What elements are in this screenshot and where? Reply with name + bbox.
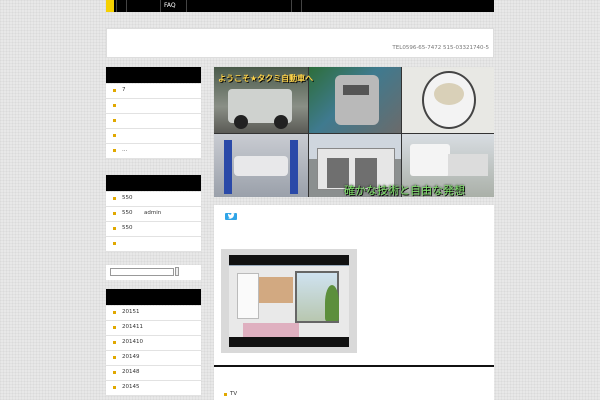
- archive-item[interactable]: 20149: [106, 351, 201, 366]
- sidebar-search: [106, 265, 201, 280]
- sidebar-recent-item[interactable]: [106, 237, 201, 252]
- bullet-icon: [113, 227, 116, 230]
- bullet-icon: [113, 341, 116, 344]
- post-photo: [229, 255, 349, 347]
- banner-tagline: 確かな技術と自由な発想: [344, 184, 465, 197]
- nav-separator: [186, 0, 187, 12]
- nav-separator: [116, 0, 117, 12]
- top-nav-bar: FAQ: [106, 0, 494, 12]
- post-photo-frame[interactable]: [221, 249, 357, 353]
- nav-item-faq[interactable]: FAQ: [164, 2, 176, 9]
- archive-item[interactable]: 20151: [106, 306, 201, 321]
- archive-item[interactable]: 20145: [106, 381, 201, 396]
- sidebar-menu-item[interactable]: 7: [106, 84, 201, 99]
- archive-label: 20151: [122, 309, 140, 315]
- sidebar-item-label: 7: [122, 87, 126, 93]
- banner-photo-engine: [309, 67, 401, 133]
- sidebar-item-author: admin: [144, 210, 162, 216]
- archive-label: 20148: [122, 369, 140, 375]
- sidebar-item-label: 550: [122, 225, 133, 231]
- archive-label: 201410: [122, 339, 143, 345]
- sidebar-item-label: 550: [122, 195, 133, 201]
- sidebar-menu-item[interactable]: [106, 99, 201, 114]
- sidebar-menu-item[interactable]: [106, 129, 201, 144]
- sidebar-heading-archives: [106, 289, 201, 305]
- banner-photo-daruma: [402, 67, 494, 133]
- secondary-content: TV: [214, 367, 494, 400]
- nav-separator: [301, 0, 302, 12]
- bullet-icon: [113, 242, 116, 245]
- sidebar-recent-list: 550 550 admin 550: [106, 192, 201, 252]
- sidebar-heading-menu: [106, 67, 201, 83]
- bullet-icon: [113, 311, 116, 314]
- archive-item[interactable]: 201411: [106, 321, 201, 336]
- twitter-bird-icon: [227, 212, 235, 219]
- archive-label: 20145: [122, 384, 140, 390]
- sidebar-heading-recent: [106, 175, 201, 191]
- sidebar-menu-item[interactable]: ...: [106, 144, 201, 159]
- bullet-icon: [224, 393, 227, 396]
- bullet-icon: [113, 326, 116, 329]
- twitter-icon[interactable]: [225, 212, 237, 220]
- header-banner: ようこそ★タクミ自動車へ 確かな技術と自由な発想: [214, 67, 494, 197]
- main-content: [214, 205, 494, 365]
- nav-separator: [291, 0, 292, 12]
- bullet-icon: [113, 197, 116, 200]
- sidebar-menu-list: 7 ...: [106, 84, 201, 159]
- nav-separator: [126, 0, 127, 12]
- banner-welcome-text: ようこそ★タクミ自動車へ: [218, 74, 314, 83]
- sidebar-menu-item[interactable]: [106, 114, 201, 129]
- header-tel: TEL0596-65-7472 515-03321740-5: [392, 45, 489, 51]
- sidebar-recent-item[interactable]: 550: [106, 192, 201, 207]
- sidebar-recent-item[interactable]: 550: [106, 222, 201, 237]
- archive-label: 20149: [122, 354, 140, 360]
- site-header: TEL0596-65-7472 515-03321740-5: [106, 28, 494, 58]
- sidebar-archive-list: 20151 201411 201410 20149 20148 20145: [106, 306, 201, 396]
- sidebar-recent-item[interactable]: 550 admin: [106, 207, 201, 222]
- nav-separator: [160, 0, 161, 12]
- nav-accent-block: [106, 0, 114, 12]
- bullet-icon: [113, 134, 116, 137]
- search-input[interactable]: [110, 268, 174, 276]
- tv-label: TV: [230, 391, 238, 397]
- bullet-icon: [113, 89, 116, 92]
- bullet-icon: [113, 119, 116, 122]
- archive-label: 201411: [122, 324, 143, 330]
- sidebar-item-label: ...: [122, 147, 128, 153]
- bullet-icon: [113, 371, 116, 374]
- bullet-icon: [113, 212, 116, 215]
- sidebar-item-label: 550: [122, 210, 133, 216]
- archive-item[interactable]: 20148: [106, 366, 201, 381]
- bullet-icon: [113, 149, 116, 152]
- bullet-icon: [113, 104, 116, 107]
- search-button[interactable]: [175, 267, 179, 276]
- banner-photo-lift: [214, 134, 308, 197]
- bullet-icon: [113, 386, 116, 389]
- archive-item[interactable]: 201410: [106, 336, 201, 351]
- bullet-icon: [113, 356, 116, 359]
